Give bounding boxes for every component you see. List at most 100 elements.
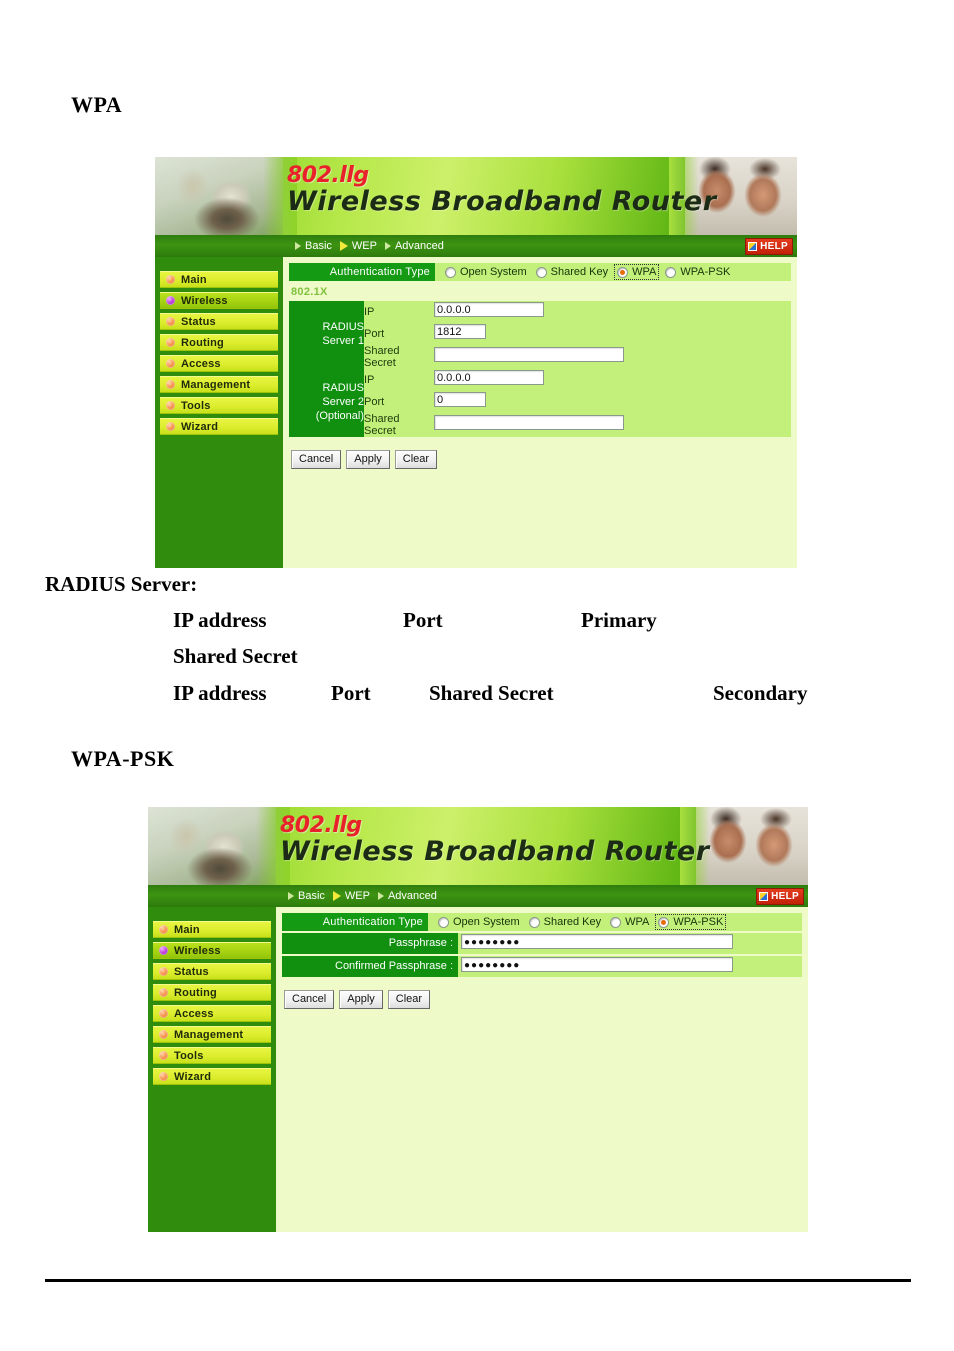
nav-item-advanced[interactable]: Advanced: [377, 890, 437, 902]
radio-option-open-system[interactable]: Open System: [436, 915, 522, 929]
radius1-port-input[interactable]: 1812: [434, 324, 486, 339]
sidebar-item-status[interactable]: Status: [160, 313, 278, 330]
sidebar-item-tools[interactable]: Tools: [160, 397, 278, 414]
radio-option-wpa[interactable]: WPA: [614, 264, 660, 280]
field-cell-port: 0: [434, 391, 791, 413]
bullet-icon: [159, 1009, 168, 1018]
sidebar-item-label: Wizard: [181, 420, 219, 433]
bullet-icon: [166, 422, 175, 431]
page-title-wpa: WPA: [71, 92, 123, 117]
radio-option-wpa-psk[interactable]: WPA-PSK: [655, 914, 727, 930]
label-port-secondary: Port: [331, 681, 371, 705]
cancel-button[interactable]: Cancel: [284, 990, 335, 1009]
radio-icon[interactable]: [665, 266, 677, 278]
sidebar-item-label: Wireless: [181, 294, 228, 307]
radio-option-wpa[interactable]: WPA: [608, 915, 651, 929]
bullet-icon-active: [166, 296, 175, 305]
radio-icon[interactable]: [438, 916, 449, 928]
radio-option-shared-key[interactable]: Shared Key: [534, 265, 610, 279]
nav-item-basic[interactable]: Basic: [295, 240, 332, 252]
sidebar-item-wireless[interactable]: Wireless: [160, 292, 278, 309]
sidebar-item-routing[interactable]: Routing: [160, 334, 278, 351]
radius2-ip-input[interactable]: 0.0.0.0: [434, 370, 544, 385]
radio-icon[interactable]: [535, 266, 547, 278]
table-row: Shared Secret: [289, 345, 791, 369]
sidebar-item-management[interactable]: Management: [153, 1026, 271, 1043]
apply-button[interactable]: Apply: [346, 450, 390, 469]
radio-option-wpa-psk[interactable]: WPA-PSK: [663, 265, 732, 279]
radio-icon-selected[interactable]: [658, 916, 670, 928]
bullet-icon: [166, 401, 175, 410]
confirmed-passphrase-label: Confirmed Passphrase :: [282, 956, 458, 977]
sidebar-item-access[interactable]: Access: [160, 355, 278, 372]
help-button[interactable]: HELP: [756, 888, 804, 905]
chevron-right-icon: [377, 892, 384, 900]
clear-button[interactable]: Clear: [387, 990, 431, 1009]
sidebar-item-access[interactable]: Access: [153, 1005, 271, 1022]
banner-photo-right: [680, 807, 808, 885]
radius2-port-input[interactable]: 0: [434, 392, 486, 407]
bullet-icon: [159, 1051, 168, 1060]
authentication-type-row: Authentication Type Open System Shared K…: [282, 913, 802, 931]
radio-option-shared-key[interactable]: Shared Key: [527, 915, 603, 929]
clear-button[interactable]: Clear: [394, 450, 438, 469]
confirmed-passphrase-input[interactable]: ●●●●●●●●: [461, 956, 733, 972]
radius1-shared-secret-input[interactable]: [434, 347, 624, 362]
sidebar-item-main[interactable]: Main: [153, 921, 271, 938]
confirmed-passphrase-field-cell: ●●●●●●●●: [458, 956, 733, 977]
sidebar-item-wizard[interactable]: Wizard: [160, 418, 278, 435]
help-label: HELP: [760, 241, 788, 252]
bullet-icon: [166, 359, 175, 368]
radio-icon[interactable]: [445, 266, 456, 278]
brand-standard-label: 802.llg: [280, 813, 362, 838]
passphrase-input[interactable]: ●●●●●●●●: [461, 933, 733, 949]
sidebar-item-label: Wireless: [174, 944, 221, 957]
nav-item-wep[interactable]: WEP: [339, 240, 377, 252]
section-title-802-1x: 802.1X: [291, 286, 328, 298]
sidebar-item-label: Access: [174, 1007, 214, 1020]
chevron-right-icon: [295, 242, 301, 250]
sidebar-item-label: Management: [174, 1028, 244, 1041]
nav-item-wep[interactable]: WEP: [332, 890, 370, 902]
sidebar-item-tools[interactable]: Tools: [153, 1047, 271, 1064]
radius-server-table: RADIUS Server 1 IP 0.0.0.0 Port 1812 Sha…: [289, 301, 791, 437]
ui-body: Main Wireless Status Routing Access Mana…: [148, 907, 808, 1232]
field-label-ip: IP: [364, 369, 434, 391]
brand-product-name: Wireless Broadband Router: [280, 836, 710, 867]
radio-icon[interactable]: [610, 916, 622, 928]
radius1-ip-input[interactable]: 0.0.0.0: [434, 302, 544, 317]
sidebar-item-management[interactable]: Management: [160, 376, 278, 393]
cancel-button[interactable]: Cancel: [291, 450, 342, 469]
field-label-shared-secret: Shared Secret: [364, 413, 434, 437]
radio-label: WPA-PSK: [673, 916, 724, 928]
nav-label: Advanced: [394, 240, 444, 252]
radio-option-open-system[interactable]: Open System: [443, 265, 529, 279]
radio-label: WPA: [632, 266, 657, 278]
passphrase-field-cell: ●●●●●●●●: [458, 933, 733, 954]
sidebar-item-wizard[interactable]: Wizard: [153, 1068, 271, 1085]
sidebar-item-routing[interactable]: Routing: [153, 984, 271, 1001]
sidebar-item-label: Main: [174, 923, 200, 936]
radio-icon[interactable]: [528, 916, 540, 928]
help-icon: [759, 892, 769, 901]
sidebar-item-wireless[interactable]: Wireless: [153, 942, 271, 959]
passphrase-label: Passphrase :: [282, 933, 458, 954]
sidebar-item-label: Tools: [174, 1049, 204, 1062]
nav-item-basic[interactable]: Basic: [288, 890, 325, 902]
bullet-icon: [166, 380, 175, 389]
chevron-right-icon-highlighted: [339, 241, 348, 251]
nav-item-advanced[interactable]: Advanced: [384, 240, 444, 252]
radius-server-1-name: RADIUS Server 1: [289, 301, 364, 369]
chevron-right-icon-highlighted: [332, 891, 341, 901]
bullet-icon: [166, 317, 175, 326]
label-ip-address-primary: IP address: [173, 608, 267, 632]
banner-title: 802.llg Wireless Broadband Router: [280, 813, 710, 867]
radio-icon-selected[interactable]: [617, 266, 629, 278]
help-button[interactable]: HELP: [745, 238, 793, 255]
sidebar-item-status[interactable]: Status: [153, 963, 271, 980]
radio-label: Open System: [453, 916, 520, 928]
sidebar-item-main[interactable]: Main: [160, 271, 278, 288]
radius2-shared-secret-input[interactable]: [434, 415, 624, 430]
label-shared-secret-primary: Shared Secret: [173, 644, 298, 668]
apply-button[interactable]: Apply: [339, 990, 383, 1009]
